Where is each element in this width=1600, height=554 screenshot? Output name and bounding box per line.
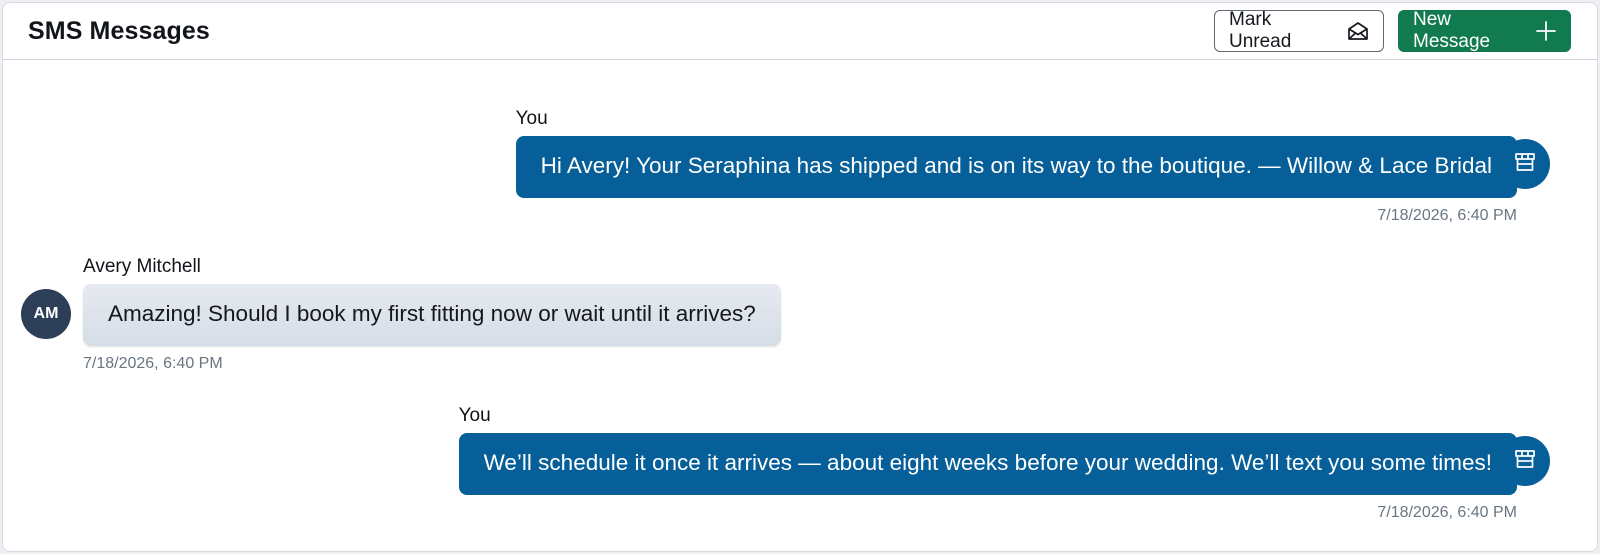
message-timestamp: 7/18/2026, 6:40 PM [83,354,223,372]
mark-unread-label: Mark Unread [1229,9,1292,52]
header-actions: Mark Unread New Message [1214,9,1571,52]
message-outgoing: You We’ll schedule it once it arrives — … [458,405,1517,522]
mark-unread-button[interactable]: Mark Unread [1214,9,1384,52]
message-sender: You [515,108,548,129]
new-message-label: New Message [1413,9,1491,52]
message-bubble: Amazing! Should I book my first fitting … [83,284,781,346]
message-incoming: Avery Mitchell Amazing! Should I book my… [83,256,781,373]
page-title: SMS Messages [28,16,210,45]
new-message-button[interactable]: New Message [1398,9,1571,52]
message-bubble: We’ll schedule it once it arrives — abou… [458,433,1517,495]
avatar: AM [21,289,71,339]
sms-header: SMS Messages Mark Unread New Message [3,3,1597,60]
message-thread: You Hi Avery! Your Seraphina has shipped… [3,60,1597,551]
envelope-open-icon [1347,21,1369,41]
avatar [1500,139,1550,189]
plus-icon [1536,21,1556,41]
message-sender: Avery Mitchell [83,256,201,277]
message-outgoing: You Hi Avery! Your Seraphina has shipped… [515,108,1517,225]
avatar-initials: AM [33,305,59,322]
message-sender: You [458,405,491,426]
message-bubble: Hi Avery! Your Seraphina has shipped and… [515,136,1517,198]
store-icon [1514,152,1536,177]
sms-panel: SMS Messages Mark Unread New Message You… [2,2,1598,552]
message-timestamp: 7/18/2026, 6:40 PM [1377,206,1517,224]
message-timestamp: 7/18/2026, 6:40 PM [1377,503,1517,521]
store-icon [1514,449,1536,474]
avatar [1500,436,1550,486]
